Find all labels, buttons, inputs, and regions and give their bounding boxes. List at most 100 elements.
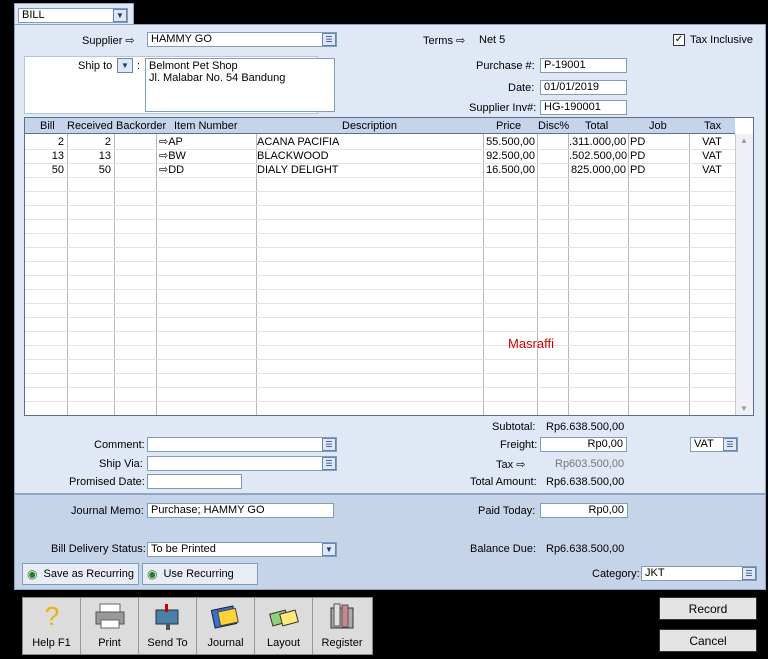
col-disc[interactable]: Disc%: [538, 120, 569, 132]
arrow-link-icon[interactable]: ⇨: [159, 164, 168, 176]
register-button[interactable]: Register: [313, 598, 371, 654]
register-icon: [327, 602, 357, 630]
layout-icon: [269, 602, 299, 630]
paid-today-label: Paid Today:: [478, 505, 536, 517]
cell-tax[interactable]: VAT: [690, 149, 734, 163]
date-field[interactable]: 01/01/2019: [540, 80, 627, 95]
cell-description[interactable]: ACANA PACIFIA: [257, 135, 482, 149]
cell-bill[interactable]: 2: [25, 135, 65, 149]
cell-job[interactable]: PD: [630, 149, 688, 163]
cell-price[interactable]: 55.500,00: [484, 135, 536, 149]
list-select-icon[interactable]: ☰: [322, 33, 336, 46]
cell-total[interactable]: 825.000,00: [569, 163, 627, 177]
use-recurring-button[interactable]: ◉ Use Recurring: [142, 563, 258, 585]
cell-disc[interactable]: [538, 149, 567, 163]
purchase-no-field[interactable]: P-19001: [540, 58, 627, 73]
comment-label: Comment:: [94, 439, 145, 451]
form-type-select[interactable]: BILL ▼: [18, 8, 128, 23]
tax-inclusive-checkbox[interactable]: ✓: [673, 34, 685, 46]
col-backorder[interactable]: Backorder: [116, 120, 166, 132]
print-button[interactable]: Print: [81, 598, 139, 654]
supplier-inv-field[interactable]: HG-190001: [540, 100, 627, 115]
cell-description[interactable]: DIALY DELIGHT: [257, 163, 482, 177]
table-scrollbar[interactable]: ▲ ▼: [735, 134, 753, 415]
cell-received[interactable]: 13: [68, 149, 112, 163]
col-description[interactable]: Description: [342, 120, 397, 132]
chevron-down-icon[interactable]: ▼: [113, 9, 127, 22]
chevron-down-icon[interactable]: ▼: [117, 58, 133, 73]
cell-backorder[interactable]: [115, 163, 155, 177]
category-select[interactable]: JKT ☰: [641, 566, 757, 581]
list-select-icon[interactable]: ☰: [723, 438, 737, 451]
cell-description[interactable]: BLACKWOOD: [257, 149, 482, 163]
col-job[interactable]: Job: [649, 120, 667, 132]
ship-to-address[interactable]: Belmont Pet Shop Jl. Malabar No. 54 Band…: [145, 58, 335, 112]
date-label: Date:: [508, 82, 535, 94]
row-gridline: [25, 261, 735, 262]
list-select-icon[interactable]: ☰: [742, 567, 756, 580]
arrow-link-icon[interactable]: ⇨: [516, 459, 525, 471]
cell-bill[interactable]: 13: [25, 149, 65, 163]
col-price[interactable]: Price: [496, 120, 521, 132]
help-icon: ?: [44, 601, 60, 631]
delivery-status-select[interactable]: To be Printed ▼: [147, 542, 337, 557]
send-to-button[interactable]: Send To: [139, 598, 197, 654]
arrow-link-icon[interactable]: ⇨: [159, 136, 168, 148]
ship-via-field[interactable]: ☰: [147, 456, 337, 471]
cell-total[interactable]: .311.000,00: [569, 135, 627, 149]
category-label: Category:: [592, 568, 640, 580]
cell-item[interactable]: ⇨DD: [159, 163, 254, 177]
arrow-link-icon[interactable]: ⇨: [125, 35, 134, 47]
freight-tax-select[interactable]: VAT ☰: [690, 437, 738, 452]
cell-job[interactable]: PD: [630, 135, 688, 149]
help-button[interactable]: ? Help F1: [23, 598, 81, 654]
chevron-down-icon[interactable]: ▼: [322, 543, 336, 556]
purchase-no-label: Purchase #:: [476, 60, 535, 72]
list-select-icon[interactable]: ☰: [322, 438, 336, 451]
cell-tax[interactable]: VAT: [690, 135, 734, 149]
cell-tax[interactable]: VAT: [690, 163, 734, 177]
col-item-number[interactable]: Item Number: [174, 120, 238, 132]
cell-price[interactable]: 16.500,00: [484, 163, 536, 177]
list-select-icon[interactable]: ☰: [322, 457, 336, 470]
cell-received[interactable]: 50: [68, 163, 112, 177]
cell-disc[interactable]: [538, 135, 567, 149]
col-bill[interactable]: Bill: [40, 120, 55, 132]
cell-disc[interactable]: [538, 163, 567, 177]
cell-received[interactable]: 2: [68, 135, 112, 149]
journal-memo-label: Journal Memo:: [71, 505, 144, 517]
cell-job[interactable]: PD: [630, 163, 688, 177]
record-button[interactable]: Record: [659, 597, 757, 620]
col-tax[interactable]: Tax: [704, 120, 721, 132]
cell-bill[interactable]: 50: [25, 163, 65, 177]
row-gridline: [25, 275, 735, 276]
cell-price[interactable]: 92.500,00: [484, 149, 536, 163]
cell-backorder[interactable]: [115, 135, 155, 149]
col-total[interactable]: Total: [585, 120, 608, 132]
arrow-link-icon[interactable]: ⇨: [159, 150, 168, 162]
layout-button[interactable]: Layout: [255, 598, 313, 654]
promised-date-field[interactable]: [147, 474, 242, 489]
scroll-down-icon[interactable]: ▼: [740, 404, 748, 413]
supplier-field[interactable]: HAMMY GO ☰: [147, 32, 337, 47]
journal-memo-field[interactable]: Purchase; HAMMY GO: [147, 503, 334, 518]
cancel-button[interactable]: Cancel: [659, 629, 757, 652]
help-label: Help F1: [32, 637, 71, 649]
row-gridline: [25, 289, 735, 290]
paid-today-field[interactable]: Rp0,00: [540, 503, 628, 518]
journal-button[interactable]: Journal: [197, 598, 255, 654]
arrow-link-icon[interactable]: ⇨: [456, 35, 465, 47]
save-as-recurring-button[interactable]: ◉ Save as Recurring: [22, 563, 139, 585]
freight-field[interactable]: Rp0,00: [540, 437, 627, 452]
row-gridline: [25, 317, 735, 318]
cell-total[interactable]: .502.500,00: [569, 149, 627, 163]
scroll-up-icon[interactable]: ▲: [740, 136, 748, 145]
ship-to-label: Ship to: [78, 60, 113, 72]
cell-item[interactable]: ⇨AP: [159, 135, 254, 149]
cell-backorder[interactable]: [115, 149, 155, 163]
cell-item[interactable]: ⇨BW: [159, 149, 254, 163]
comment-field[interactable]: ☰: [147, 437, 337, 452]
promised-date-label: Promised Date:: [69, 476, 145, 488]
row-gridline: [25, 219, 735, 220]
col-received[interactable]: Received: [67, 120, 113, 132]
